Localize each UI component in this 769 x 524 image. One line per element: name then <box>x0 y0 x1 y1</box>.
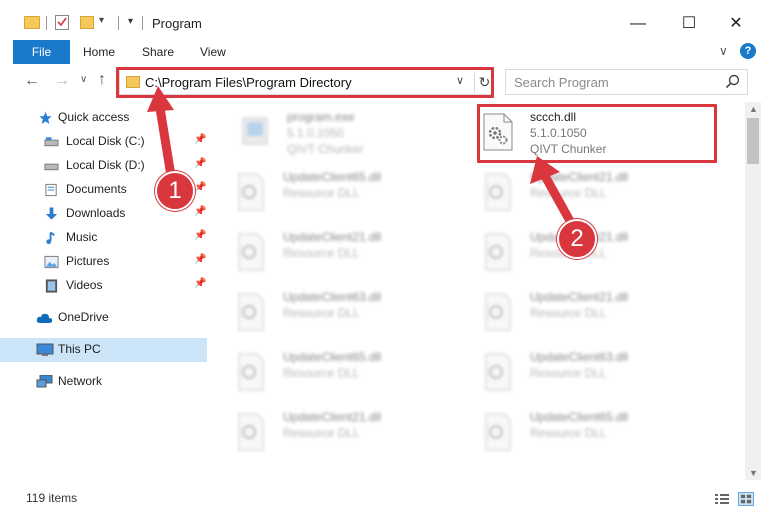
arrow-1 <box>147 86 177 187</box>
callout-badge-2: 2 <box>557 219 597 259</box>
arrow-2 <box>530 156 580 235</box>
callout-badge-1: 1 <box>155 171 195 211</box>
callout-arrows <box>147 86 580 235</box>
